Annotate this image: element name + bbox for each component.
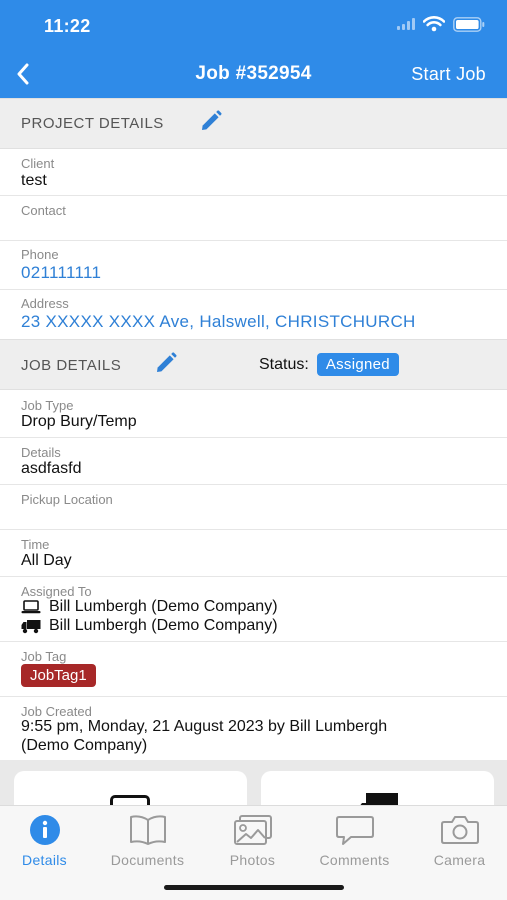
phone-field: Phone 021111111 <box>0 241 507 290</box>
tab-documents[interactable]: Documents <box>97 814 198 874</box>
project-details-section-header: PROJECT DETAILS <box>0 98 507 149</box>
assigned-truck-value: Bill Lumbergh (Demo Company) <box>49 617 278 634</box>
edit-project-button[interactable] <box>198 108 224 134</box>
assigned-computer-row: Bill Lumbergh (Demo Company) <box>21 598 278 616</box>
status-badge[interactable]: Assigned <box>316 353 399 376</box>
action-card-left[interactable] <box>14 771 247 805</box>
tab-camera[interactable]: Camera <box>409 814 507 874</box>
tab-photos-label: Photos <box>229 852 276 868</box>
laptop-icon <box>21 600 41 614</box>
edit-job-button[interactable] <box>153 350 179 376</box>
wifi-icon <box>423 16 445 32</box>
battery-icon <box>453 16 485 32</box>
status-time: 11:22 <box>44 16 91 36</box>
photos-icon <box>233 815 272 845</box>
client-value: test <box>21 172 47 189</box>
time-label: Time <box>21 537 50 552</box>
assigned-computer-value: Bill Lumbergh (Demo Company) <box>49 598 278 615</box>
pencil-icon <box>157 352 177 372</box>
home-indicator[interactable] <box>164 885 344 890</box>
job-type-field: Job Type Drop Bury/Temp <box>0 390 507 438</box>
tab-comments[interactable]: Comments <box>304 814 405 874</box>
job-details-label: JOB DETAILS <box>21 357 122 374</box>
action-cards-area <box>0 760 507 805</box>
job-created-field: Job Created 9:55 pm, Monday, 21 August 2… <box>0 697 507 760</box>
job-type-label: Job Type <box>21 398 74 413</box>
address-field: Address 23 XXXXX XXXX Ave, Halswell, CHR… <box>0 290 507 339</box>
address-label: Address <box>21 296 69 311</box>
device-icon <box>110 795 150 805</box>
details-field: Details asdfasfd <box>0 438 507 485</box>
header-bar: 11:22 Job #352954 Start Job <box>0 0 507 98</box>
job-tag-badge[interactable]: JobTag1 <box>21 664 96 687</box>
client-label: Client <box>21 156 55 171</box>
tab-documents-label: Documents <box>110 852 185 868</box>
truck-icon <box>360 793 398 805</box>
pickup-location-label: Pickup Location <box>21 492 113 507</box>
job-status: Status: Assigned <box>259 352 399 377</box>
comment-icon <box>335 816 374 845</box>
details-label: Details <box>21 445 61 460</box>
pickup-location-field: Pickup Location <box>0 485 507 530</box>
truck-icon <box>21 619 41 633</box>
contact-field: Contact <box>0 196 507 241</box>
assigned-to-field: Assigned To Bill Lumbergh (Demo Company)… <box>0 577 507 642</box>
time-value: All Day <box>21 552 72 569</box>
address-link[interactable]: 23 XXXXX XXXX Ave, Halswell, CHRISTCHURC… <box>21 312 416 332</box>
job-created-line2: (Demo Company) <box>21 737 148 754</box>
details-value: asdfasfd <box>21 460 82 477</box>
client-field: Client test <box>0 149 507 196</box>
camera-icon <box>440 816 479 844</box>
tab-photos[interactable]: Photos <box>202 814 303 874</box>
action-card-right[interactable] <box>261 771 494 805</box>
job-tag-label: Job Tag <box>21 649 67 664</box>
assigned-to-label: Assigned To <box>21 584 92 599</box>
phone-label: Phone <box>21 247 59 262</box>
job-type-value: Drop Bury/Temp <box>21 413 137 430</box>
book-icon <box>129 815 166 845</box>
phone-link[interactable]: 021111111 <box>21 263 101 283</box>
time-field: Time All Day <box>0 530 507 577</box>
status-icons <box>397 16 485 32</box>
job-created-line1: 9:55 pm, Monday, 21 August 2023 by Bill … <box>21 718 388 735</box>
status-label: Status: <box>259 355 309 373</box>
tab-details-label: Details <box>22 852 67 868</box>
pencil-icon <box>202 110 222 130</box>
contact-label: Contact <box>21 203 66 218</box>
start-job-button[interactable]: Start Job <box>411 64 486 85</box>
assigned-truck-row: Bill Lumbergh (Demo Company) <box>21 617 278 635</box>
job-created-label: Job Created <box>21 704 92 719</box>
info-icon <box>29 815 60 845</box>
job-details-section-header: JOB DETAILS <box>0 339 507 390</box>
tab-comments-label: Comments <box>319 852 390 868</box>
tab-camera-label: Camera <box>433 852 486 868</box>
cellular-signal-icon <box>397 18 415 30</box>
tab-details[interactable]: Details <box>0 814 95 874</box>
project-details-label: PROJECT DETAILS <box>21 115 164 132</box>
